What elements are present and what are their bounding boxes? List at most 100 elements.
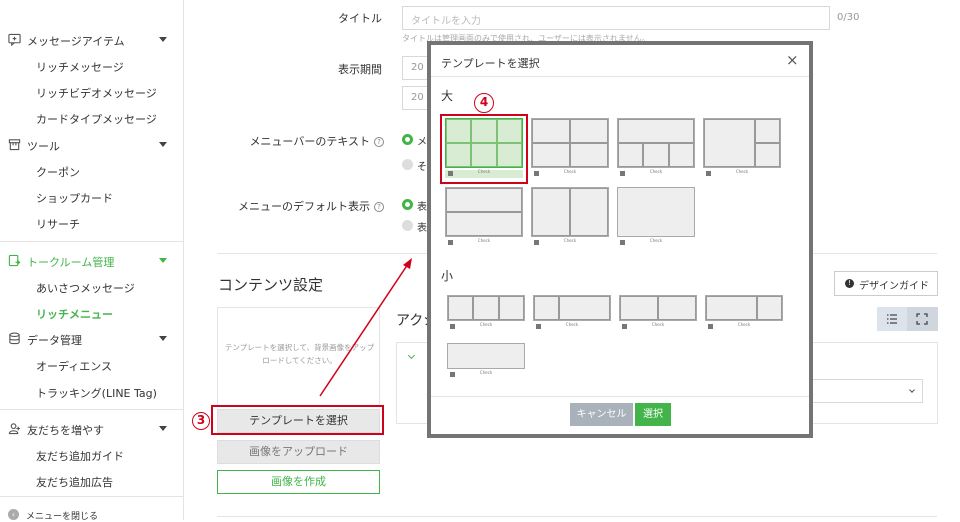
title-input[interactable]: タイトルを入力	[402, 6, 830, 30]
help-icon[interactable]: ?	[374, 202, 384, 212]
sidebar-section-tools[interactable]: ツール	[0, 135, 184, 155]
list-icon	[887, 314, 897, 324]
template-thumbnail	[445, 118, 523, 168]
sidebar-section-chatroom[interactable]: トークルーム管理	[0, 251, 184, 271]
sidebar-section-message-items[interactable]: メッセージアイテム	[0, 30, 184, 50]
template-large-1top-3bottom[interactable]: Check	[617, 118, 695, 180]
chevron-left-icon: ‹	[8, 509, 19, 520]
template-cell	[643, 143, 669, 167]
close-icon[interactable]: ×	[786, 51, 799, 69]
list-view-toggle[interactable]	[877, 307, 907, 331]
template-caption: Check	[649, 169, 663, 174]
template-large-2cols[interactable]: Check	[531, 187, 609, 249]
template-footer: Check	[617, 238, 695, 247]
annotation-step-3: 3	[192, 412, 210, 430]
sidebar-item-coupon[interactable]: クーポン	[36, 164, 80, 180]
chevron-down-icon	[159, 258, 167, 263]
template-cell	[570, 143, 608, 167]
sidebar-section-label: 友だちを増やす	[27, 424, 104, 437]
template-thumbnail	[447, 343, 525, 369]
template-cell	[446, 119, 472, 143]
template-thumbnail	[705, 295, 783, 321]
sidebar-section-label: メッセージアイテム	[27, 35, 125, 48]
template-small-2cols[interactable]: Check	[619, 295, 697, 333]
upload-image-button[interactable]: 画像をアップロード	[217, 440, 380, 464]
template-select-modal: テンプレートを選択 × 大 4 Check Check Check Check …	[427, 41, 813, 438]
sidebar-item-audience[interactable]: オーディエンス	[36, 358, 112, 374]
template-footer: Check	[531, 169, 609, 178]
sidebar-divider	[0, 409, 184, 410]
template-thumbnail	[533, 295, 611, 321]
template-caption: Check	[649, 238, 663, 243]
sidebar-section-add-friends[interactable]: 友だちを増やす	[0, 419, 184, 439]
section-divider	[217, 516, 937, 517]
chevron-down-icon	[909, 387, 915, 393]
template-large-4grid[interactable]: Check	[531, 118, 609, 180]
template-small-full[interactable]: Check	[447, 343, 525, 381]
template-large-1left-2right[interactable]: Check	[703, 118, 781, 180]
template-footer: Check	[533, 322, 611, 331]
template-cell	[446, 143, 472, 167]
fullscreen-view-toggle[interactable]	[907, 307, 938, 331]
template-small-3cols[interactable]: Check	[447, 295, 525, 333]
template-footer: Check	[447, 370, 525, 379]
sidebar-item-tracking[interactable]: トラッキング(LINE Tag)	[36, 385, 157, 401]
template-cell	[570, 188, 608, 236]
menubar-option-1: メ	[417, 137, 427, 148]
template-small-1left-2right[interactable]: Check	[533, 295, 611, 333]
modal-footer-divider	[431, 396, 809, 397]
default-display-radio-1[interactable]	[402, 199, 413, 210]
sidebar-item-shop-card[interactable]: ショップカード	[36, 190, 113, 206]
template-small-2left-1right[interactable]: Check	[705, 295, 783, 333]
template-large-2rows[interactable]: Check	[445, 187, 523, 249]
title-char-count: 0/30	[837, 12, 860, 23]
template-thumbnail	[531, 187, 609, 237]
large-section-label: 大	[441, 89, 454, 103]
cancel-button[interactable]: キャンセル	[570, 403, 633, 426]
template-caption: Check	[563, 169, 577, 174]
sidebar-item-friend-guide[interactable]: 友だち追加ガイド	[36, 448, 124, 464]
modal-title: テンプレートを選択	[441, 57, 540, 70]
sidebar-item-rich-message[interactable]: リッチメッセージ	[36, 59, 124, 75]
action-type-select[interactable]	[809, 379, 923, 403]
template-large-6grid[interactable]: Check	[445, 118, 523, 180]
chevron-down-icon	[159, 426, 167, 431]
template-caption: Check	[735, 169, 749, 174]
close-menu-button[interactable]: ‹ メニューを閉じる	[8, 509, 178, 522]
default-display-radio-2[interactable]	[402, 220, 413, 231]
select-button[interactable]: 選択	[635, 403, 671, 426]
sidebar-item-card-type-message[interactable]: カードタイプメッセージ	[36, 111, 157, 127]
template-footer: Check	[617, 169, 695, 178]
menubar-radio-1[interactable]	[402, 134, 413, 145]
template-large-full[interactable]: Check	[617, 187, 695, 249]
create-image-button[interactable]: 画像を作成	[217, 470, 380, 494]
template-cell	[754, 119, 780, 143]
title-label: タイトル	[338, 12, 382, 25]
chevron-down-icon	[159, 142, 167, 147]
template-cell	[618, 119, 694, 143]
close-menu-label: メニューを閉じる	[26, 512, 99, 522]
sidebar-section-data[interactable]: データ管理	[0, 329, 184, 349]
template-caption: Check	[477, 238, 491, 243]
message-icon	[8, 33, 21, 46]
info-icon: !	[845, 279, 854, 288]
sidebar-item-greeting-message[interactable]: あいさつメッセージ	[36, 280, 135, 296]
template-cell	[496, 119, 522, 143]
template-cell	[446, 188, 522, 212]
template-cell	[658, 296, 696, 320]
template-caption: Check	[565, 322, 579, 327]
design-guide-button[interactable]: ! デザインガイド	[834, 271, 938, 296]
chatroom-icon	[8, 254, 21, 267]
sidebar-item-rich-video-message[interactable]: リッチビデオメッセージ	[36, 85, 157, 101]
template-caption: Check	[479, 322, 493, 327]
sidebar-divider	[0, 496, 184, 497]
sidebar-section-label: データ管理	[27, 334, 82, 347]
menubar-text-label: メニューバーのテキスト?	[230, 133, 384, 149]
sidebar-item-rich-menu[interactable]: リッチメニュー	[36, 306, 113, 322]
sidebar-item-friend-ads[interactable]: 友だち追加広告	[36, 474, 113, 490]
sidebar-item-research[interactable]: リサーチ	[36, 216, 80, 232]
sidebar: メッセージアイテム リッチメッセージ リッチビデオメッセージ カードタイプメッセ…	[0, 0, 184, 522]
menubar-radio-2[interactable]	[402, 159, 413, 170]
template-thumbnail	[703, 118, 781, 168]
help-icon[interactable]: ?	[374, 137, 384, 147]
